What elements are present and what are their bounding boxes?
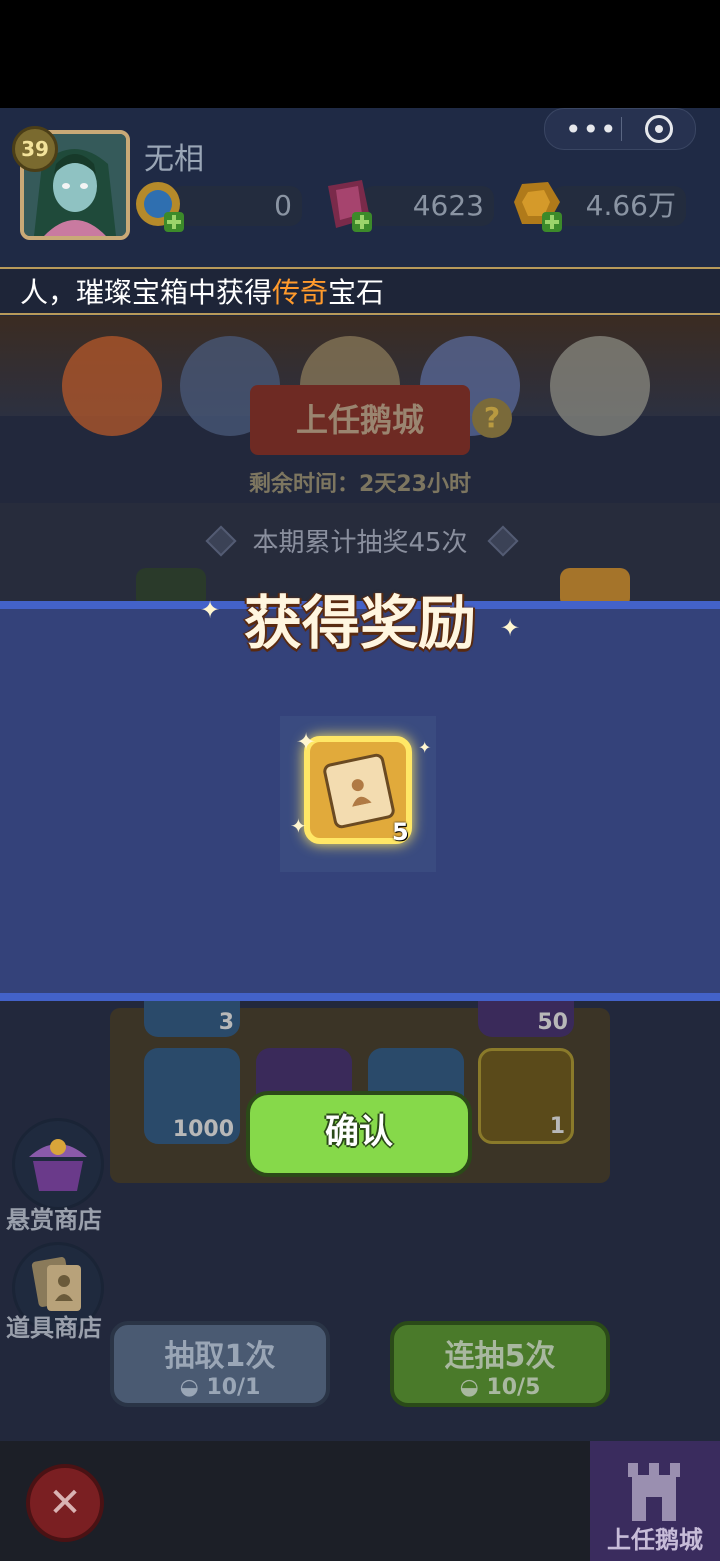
- prize-slot: 3: [144, 1001, 240, 1037]
- close-button[interactable]: ✕: [26, 1464, 104, 1542]
- slot-count: 3: [218, 1010, 234, 1035]
- sparkle-icon: ✦: [200, 596, 221, 624]
- announcement-ticker: 人，璀璨宝箱中获得传奇宝石: [0, 267, 720, 315]
- slot-count: 1000: [172, 1117, 234, 1142]
- game-screen: 39 无相 0 4623 4.66万 ••• 人，璀璨宝箱中获得传奇宝石 上任鹅…: [0, 108, 720, 1561]
- silver-ingot-icon: ◒: [459, 1375, 487, 1400]
- sparkle-icon: ✦: [290, 814, 307, 838]
- draw-once-cost: 10/1: [206, 1375, 261, 1400]
- sparkle-icon: ✦: [418, 738, 432, 757]
- gold-coin-icon[interactable]: [512, 178, 568, 238]
- confirm-button[interactable]: 确认: [246, 1091, 472, 1177]
- draw-five-button[interactable]: 连抽5次 ◒ 10/5: [390, 1321, 610, 1407]
- reward-count: 5: [392, 818, 409, 846]
- ticker-suffix: 宝石: [328, 276, 385, 309]
- player-header: 39 无相 0 4623 4.66万 •••: [0, 108, 720, 268]
- gem-icon[interactable]: [322, 178, 378, 238]
- slot-count: 1: [549, 1114, 565, 1139]
- scroll-icon: [321, 752, 397, 830]
- capsule-divider: [621, 117, 622, 141]
- hero-fire-icon: [62, 336, 162, 436]
- draw-total: 本期累计抽奖45次: [252, 528, 468, 558]
- city-tab[interactable]: 上任鹅城: [590, 1441, 720, 1561]
- close-miniprogram-icon[interactable]: [645, 115, 673, 143]
- bounty-shop-icon[interactable]: [12, 1118, 104, 1210]
- ticker-prefix: 人，璀璨宝箱中获得: [20, 276, 273, 309]
- reward-title: 获得奖励: [243, 589, 476, 657]
- person-silhouette-icon: [351, 779, 372, 807]
- help-icon[interactable]: ?: [472, 398, 512, 438]
- prize-slot-gold: 1000: [144, 1048, 240, 1144]
- player-name: 无相: [144, 142, 204, 177]
- castle-tower-icon: [628, 1463, 680, 1521]
- draw-once-label: 抽取1次: [164, 1339, 276, 1374]
- mini-program-capsule: •••: [544, 108, 696, 150]
- sparkle-icon: ✦: [500, 614, 521, 642]
- draw-once-button[interactable]: 抽取1次 ◒ 10/1: [110, 1321, 330, 1407]
- gem-value: 4623: [362, 186, 494, 226]
- slot-count: 50: [537, 1010, 568, 1035]
- hero-golem-icon: [550, 336, 650, 436]
- prize-slot: 50: [478, 1001, 574, 1037]
- blue-coin-icon[interactable]: [132, 178, 188, 238]
- city-tab-label: 上任鹅城: [607, 1526, 703, 1554]
- item-shop-label[interactable]: 道具商店: [6, 1308, 102, 1343]
- level-badge: 39: [12, 126, 58, 172]
- bounty-shop-label[interactable]: 悬赏商店: [6, 1200, 102, 1235]
- prize-slot-gem: 1: [478, 1048, 574, 1144]
- sparkle-icon: ✦: [296, 728, 317, 756]
- blue-coin-value: 0: [170, 186, 302, 226]
- draw-five-cost: 10/5: [486, 1375, 541, 1400]
- gold-value: 4.66万: [552, 186, 686, 226]
- event-banner: 上任鹅城: [250, 385, 470, 455]
- event-timer: 剩余时间：2天23小时: [249, 472, 471, 497]
- more-menu-icon[interactable]: •••: [565, 113, 618, 146]
- draw-five-label: 连抽5次: [444, 1339, 556, 1374]
- ticker-highlight: 传奇: [272, 276, 329, 309]
- silver-ingot-icon: ◒: [179, 1375, 207, 1400]
